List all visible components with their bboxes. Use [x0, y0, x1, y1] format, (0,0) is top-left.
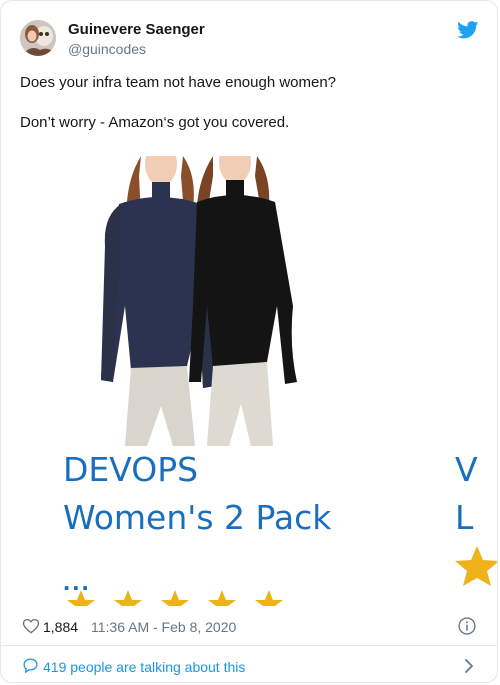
author-name[interactable]: Guinevere Saenger: [68, 21, 205, 38]
ad-title-line-1: DEVOPS: [63, 450, 199, 489]
avatar[interactable]: [20, 20, 56, 56]
product-photo: [1, 156, 497, 446]
tweet-text: Does your infra team not have enough wom…: [20, 73, 480, 133]
embedded-tweet-card: Guinevere Saenger @guincodes Does your i…: [0, 0, 498, 683]
star-icon: [208, 590, 236, 606]
star-icon: [161, 590, 189, 606]
conversation-link[interactable]: 419 people are talking about this: [22, 656, 477, 678]
tweet-media-image[interactable]: DEVOPS Women's 2 Pack V L ...: [1, 156, 497, 606]
star-icon: [114, 590, 142, 606]
heart-icon[interactable]: [22, 617, 40, 635]
conversation-label[interactable]: 419 people are talking about this: [43, 659, 245, 675]
ad-title-line-2: Women's 2 Pack: [63, 498, 332, 537]
speech-bubble-icon: [23, 658, 38, 673]
next-ad-title-line-1: V: [455, 450, 478, 489]
info-icon[interactable]: [457, 616, 477, 636]
twitter-bird-icon[interactable]: [457, 21, 479, 39]
timestamp-link[interactable]: 11:36 AM - Feb 8, 2020: [91, 619, 236, 635]
tweet-text-line-1: Does your infra team not have enough wom…: [20, 74, 337, 91]
star-icon: [255, 590, 283, 606]
author-handle[interactable]: @guincodes: [68, 41, 146, 57]
divider: [1, 645, 497, 646]
next-ad-title-line-2: L: [455, 498, 474, 537]
tweet-meta: 1,884 11:36 AM - Feb 8, 2020: [22, 615, 477, 639]
tweet-header: Guinevere Saenger @guincodes: [20, 17, 481, 61]
like-count[interactable]: 1,884: [43, 619, 78, 635]
tweet-text-line-2: Don’t worry - Amazon‘s got you covered.: [20, 114, 290, 131]
rating-stars: [67, 590, 283, 606]
star-icon: [67, 590, 95, 606]
partial-star-icon: [455, 546, 497, 586]
chevron-right-icon[interactable]: [461, 657, 477, 675]
